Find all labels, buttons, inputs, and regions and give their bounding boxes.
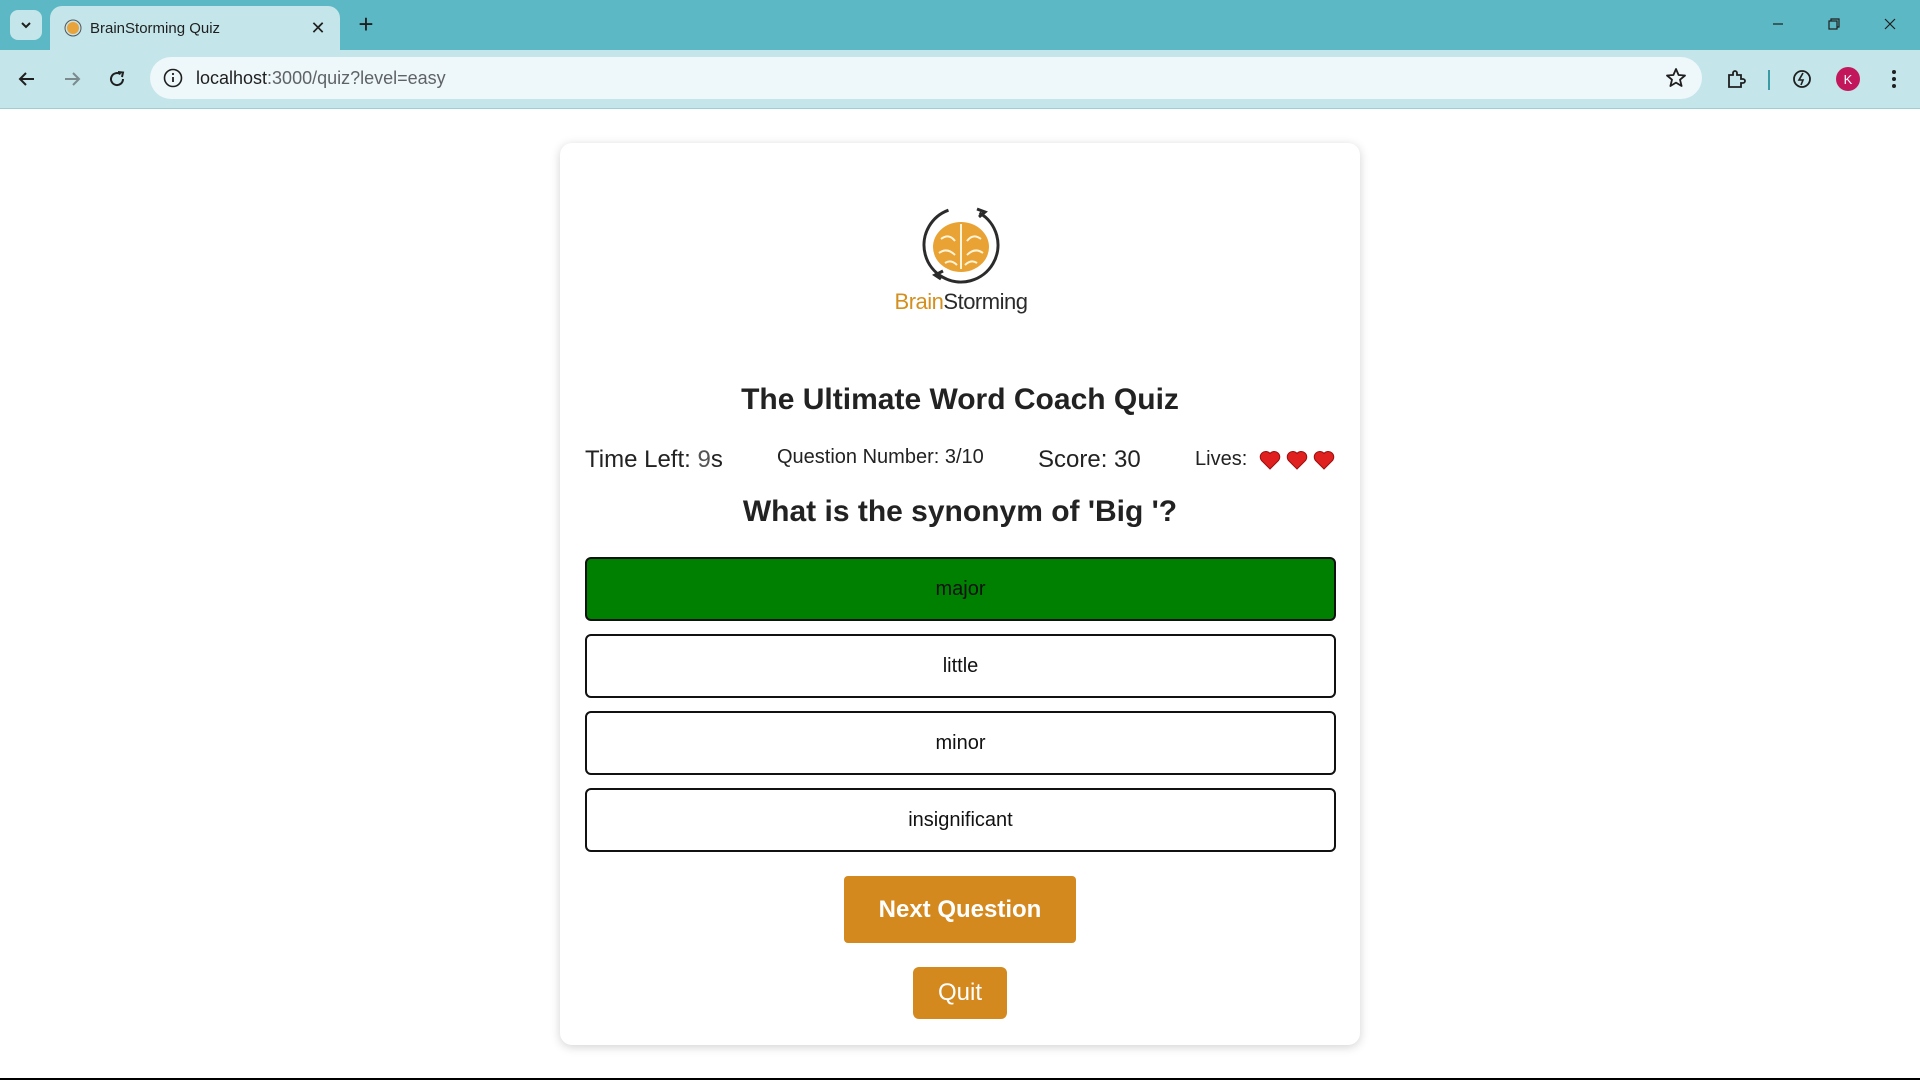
chevron-down-icon [21,22,31,29]
tab-search-button[interactable] [10,10,42,40]
heart-icon [1313,451,1335,470]
browser-tab-strip: BrainStorming Quiz ✕ + [0,0,1920,50]
close-window-icon[interactable] [1862,4,1918,44]
close-tab-icon[interactable]: ✕ [306,16,330,40]
bookmark-star-icon[interactable] [1664,66,1688,90]
brain-logo-icon [922,206,1000,284]
restore-icon[interactable] [1806,4,1862,44]
option-label: insignificant [908,808,1013,831]
answer-option[interactable]: major [585,557,1336,621]
performance-icon[interactable] [1786,63,1818,95]
answer-option[interactable]: minor [585,711,1336,775]
minimize-icon[interactable] [1750,4,1806,44]
option-label: major [935,577,986,600]
time-left: Time Left: 9s [585,446,723,473]
brainstorming-logo: BrainStorming [886,203,1036,325]
url-text: localhost:3000/quiz?level=easy [196,68,446,88]
quiz-title: The Ultimate Word Coach Quiz [741,383,1179,416]
address-bar[interactable]: localhost:3000/quiz?level=easy [150,57,1702,99]
extensions-icon[interactable] [1720,63,1752,95]
question-text: What is the synonym of 'Big '? [742,495,1178,528]
score: Score: 30 [1038,446,1141,473]
profile-avatar[interactable]: K [1836,67,1860,91]
browser-toolbar: localhost:3000/quiz?level=easy [0,50,1920,109]
lives: Lives: [1195,448,1340,471]
reload-icon[interactable] [101,63,133,95]
answer-option[interactable]: insignificant [585,788,1336,852]
tab-title: BrainStorming Quiz [90,20,221,37]
logo-wordmark: BrainStorming [894,289,1028,314]
site-info-icon[interactable] [162,67,184,89]
lives-hearts [1259,448,1340,471]
quiz-card: BrainStorming The Ultimate Word Coach Qu… [560,143,1360,1045]
option-label: minor [935,731,986,754]
brain-favicon-icon [64,19,82,37]
next-question-button[interactable]: Next Question [844,876,1076,943]
heart-icon [1259,451,1281,470]
lives-label: Lives: [1195,448,1248,470]
back-icon[interactable] [11,63,43,95]
more-menu-icon[interactable] [1878,63,1910,95]
quit-button[interactable]: Quit [913,967,1007,1019]
forward-icon[interactable] [56,63,88,95]
toolbar-divider [1768,70,1770,90]
browser-tab[interactable]: BrainStorming Quiz ✕ [50,6,340,50]
answer-option[interactable]: little [585,634,1336,698]
option-label: little [942,654,979,677]
heart-icon [1286,451,1308,470]
question-number: Question Number: 3/10 [777,446,984,468]
new-tab-button[interactable]: + [352,10,380,38]
